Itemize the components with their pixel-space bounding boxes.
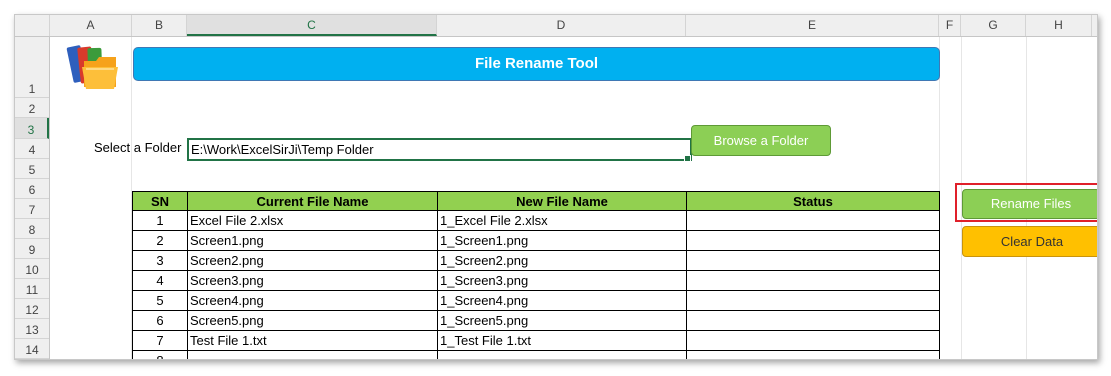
- row-number: 7: [28, 203, 36, 217]
- row-number: 9: [28, 243, 36, 257]
- row-number: 12: [25, 303, 39, 317]
- page-title: File Rename Tool: [133, 47, 940, 81]
- sn-cell[interactable]: 5: [132, 290, 188, 311]
- new-file-name-cell[interactable]: 1_Screen3.png: [437, 270, 687, 291]
- row-header-2[interactable]: 2: [15, 98, 49, 118]
- rename-files-button[interactable]: Rename Files: [962, 189, 1097, 219]
- status-cell[interactable]: [686, 270, 940, 291]
- column-header-d[interactable]: D: [437, 15, 686, 36]
- row-header-3[interactable]: 3: [15, 118, 49, 139]
- row-number: 5: [28, 163, 36, 177]
- table-header-row: SN Current File Name New File Name Statu…: [132, 191, 940, 211]
- row-number: 13: [25, 323, 39, 337]
- current-file-name-cell[interactable]: Screen3.png: [187, 270, 438, 291]
- folder-stack-icon: [66, 45, 118, 89]
- row-number: 11: [25, 283, 39, 297]
- current-file-name-cell[interactable]: Screen2.png: [187, 250, 438, 271]
- row-number: 3: [27, 123, 35, 137]
- current-file-name-cell[interactable]: [187, 350, 438, 359]
- row-header-13[interactable]: 13: [15, 319, 49, 339]
- browse-folder-button[interactable]: Browse a Folder: [691, 125, 831, 156]
- row-header-9[interactable]: 9: [15, 239, 49, 259]
- sn-cell[interactable]: 7: [132, 330, 188, 351]
- folder-path-input[interactable]: [187, 138, 692, 161]
- row-header-bar: 1 2 3 4 5 6 7 8 9 10 11 12 13 14: [15, 37, 50, 359]
- column-header-a[interactable]: A: [50, 15, 132, 36]
- row-header-8[interactable]: 8: [15, 219, 49, 239]
- status-cell[interactable]: [686, 230, 940, 251]
- current-file-name-cell[interactable]: Screen1.png: [187, 230, 438, 251]
- row-header-4[interactable]: 4: [15, 139, 49, 159]
- sn-header: SN: [132, 191, 188, 211]
- column-header-e[interactable]: E: [686, 15, 939, 36]
- status-cell[interactable]: [686, 330, 940, 351]
- table-row: 6 Screen5.png 1_Screen5.png: [132, 310, 940, 331]
- column-header-b[interactable]: B: [132, 15, 187, 36]
- row-number: 8: [28, 223, 36, 237]
- sheet-area[interactable]: File Rename Tool Select a Folder Browse …: [50, 37, 1097, 359]
- row-header-12[interactable]: 12: [15, 299, 49, 319]
- new-file-name-cell[interactable]: 1_Screen5.png: [437, 310, 687, 331]
- status-cell[interactable]: [686, 210, 940, 231]
- row-header-1[interactable]: 1: [15, 37, 49, 98]
- file-table: SN Current File Name New File Name Statu…: [132, 191, 940, 359]
- status-cell[interactable]: [686, 310, 940, 331]
- select-folder-label: Select a Folder: [94, 140, 182, 155]
- row-header-11[interactable]: 11: [15, 279, 49, 299]
- spreadsheet-window: A B C D E F G H 1 2 3 4 5 6 7 8 9 10 11 …: [14, 14, 1098, 360]
- column-header-c[interactable]: C: [187, 15, 437, 36]
- current-file-name-cell[interactable]: Excel File 2.xlsx: [187, 210, 438, 231]
- table-row: 2 Screen1.png 1_Screen1.png: [132, 230, 940, 251]
- row-header-10[interactable]: 10: [15, 259, 49, 279]
- row-header-14[interactable]: 14: [15, 339, 49, 359]
- table-row: 3 Screen2.png 1_Screen2.png: [132, 250, 940, 271]
- new-file-name-cell[interactable]: [437, 350, 687, 359]
- status-cell[interactable]: [686, 290, 940, 311]
- table-row: 5 Screen4.png 1_Screen4.png: [132, 290, 940, 311]
- new-file-name-cell[interactable]: 1_Screen4.png: [437, 290, 687, 311]
- new-file-name-header: New File Name: [437, 191, 687, 211]
- new-file-name-cell[interactable]: 1_Screen2.png: [437, 250, 687, 271]
- clear-data-button[interactable]: Clear Data: [962, 226, 1097, 257]
- current-file-name-cell[interactable]: Test File 1.txt: [187, 330, 438, 351]
- sn-cell[interactable]: 3: [132, 250, 188, 271]
- row-header-6[interactable]: 6: [15, 179, 49, 199]
- sn-cell[interactable]: 6: [132, 310, 188, 331]
- table-row: 8: [132, 350, 940, 359]
- column-header-h[interactable]: H: [1026, 15, 1092, 36]
- select-all-corner[interactable]: [15, 15, 50, 36]
- row-number: 1: [28, 82, 36, 96]
- sn-cell[interactable]: 1: [132, 210, 188, 231]
- row-number: 4: [28, 143, 36, 157]
- table-row: 1 Excel File 2.xlsx 1_Excel File 2.xlsx: [132, 210, 940, 231]
- sn-cell[interactable]: 4: [132, 270, 188, 291]
- row-number: 10: [25, 263, 39, 277]
- sn-cell[interactable]: 2: [132, 230, 188, 251]
- table-row: 7 Test File 1.txt 1_Test File 1.txt: [132, 330, 940, 351]
- status-cell[interactable]: [686, 350, 940, 359]
- new-file-name-cell[interactable]: 1_Test File 1.txt: [437, 330, 687, 351]
- column-header-bar: A B C D E F G H: [15, 15, 1097, 37]
- row-number: 2: [28, 102, 36, 116]
- column-header-g[interactable]: G: [961, 15, 1026, 36]
- row-header-5[interactable]: 5: [15, 159, 49, 179]
- row-header-7[interactable]: 7: [15, 199, 49, 219]
- status-header: Status: [686, 191, 940, 211]
- sn-cell[interactable]: 8: [132, 350, 188, 359]
- status-cell[interactable]: [686, 250, 940, 271]
- column-header-f[interactable]: F: [939, 15, 961, 36]
- current-file-name-header: Current File Name: [187, 191, 438, 211]
- current-file-name-cell[interactable]: Screen4.png: [187, 290, 438, 311]
- row-number: 6: [28, 183, 36, 197]
- fill-handle[interactable]: [684, 155, 691, 162]
- new-file-name-cell[interactable]: 1_Screen1.png: [437, 230, 687, 251]
- row-number: 14: [25, 343, 39, 357]
- new-file-name-cell[interactable]: 1_Excel File 2.xlsx: [437, 210, 687, 231]
- table-row: 4 Screen3.png 1_Screen3.png: [132, 270, 940, 291]
- current-file-name-cell[interactable]: Screen5.png: [187, 310, 438, 331]
